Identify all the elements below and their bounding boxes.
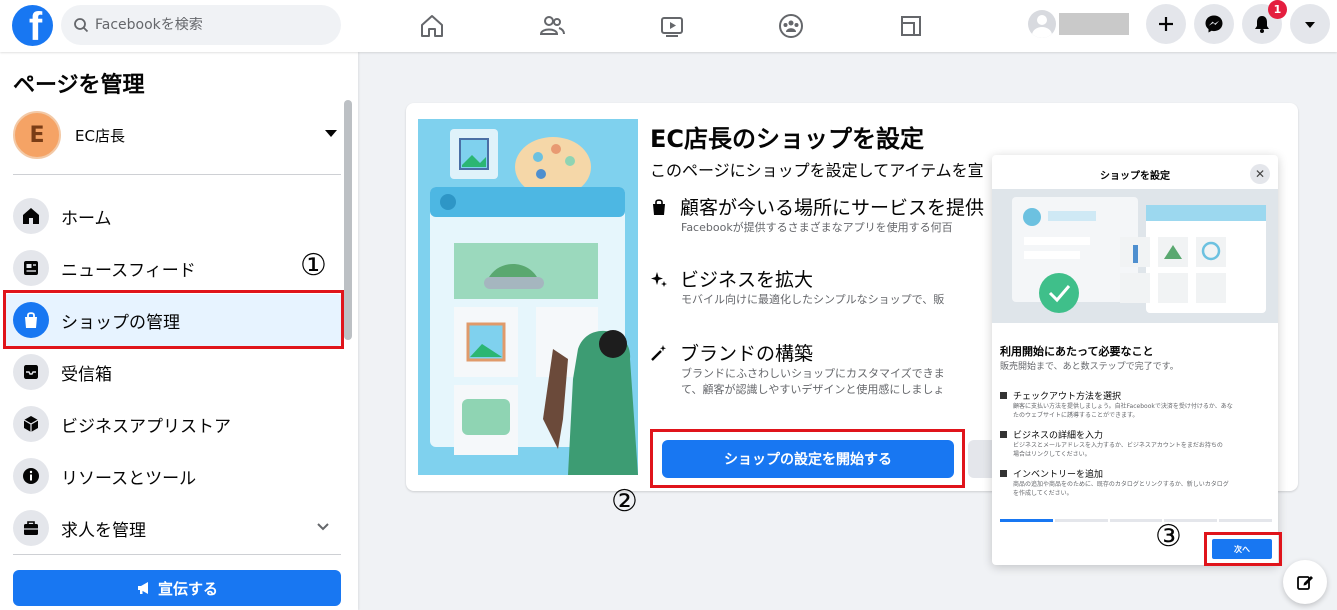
feature-reach-customers: 顧客が今いる場所にサービスを提供 Facebookが提供するさまざまなアプリを使… [650, 193, 995, 236]
feature-description: ブランドにふさわしいショップにカスタマイズできま [681, 367, 945, 380]
messenger-icon [1205, 15, 1223, 33]
briefcase-icon [1000, 431, 1007, 438]
requirement-description: 顧客に支払い方法を提供しましょう。自社Facebookで決済を受け付けるか、あな [1013, 403, 1233, 410]
magic-wand-icon [651, 344, 666, 361]
promote-label: 宣伝する [157, 579, 218, 598]
cart-icon [1000, 392, 1007, 399]
groups-nav-icon[interactable] [774, 9, 808, 43]
highlight-box-shop-manage [3, 290, 344, 349]
requirement-title: ビジネスの詳細を入力 [1013, 431, 1104, 441]
requirement-checkout: チェックアウト方法を選択 顧客に支払い方法を提供しましょう。自社Facebook… [1000, 389, 1276, 420]
sidebar-item-label: ニュースフィード [61, 260, 196, 281]
feature-title: ブランドの構築 [680, 343, 814, 365]
card-title: EC店長のショップを設定 [650, 125, 925, 153]
dialog-illustration [992, 189, 1278, 323]
card-subtitle: このページにショップを設定してアイテムを宣 [650, 161, 984, 180]
dialog-subheading: 販売開始まで、あと数ステップで完了です。 [1000, 362, 1179, 372]
step-progress [1000, 519, 1272, 522]
dialog-heading: 利用開始にあたって必要なこと [1000, 345, 1154, 358]
cube-icon [13, 406, 49, 442]
divider [13, 174, 341, 175]
top-navigation-bar: f 1 [0, 0, 1337, 52]
divider [13, 554, 341, 555]
caret-down-icon [1305, 22, 1315, 28]
sparkle-icon [651, 271, 667, 287]
close-icon[interactable]: ✕ [1250, 164, 1270, 184]
highlight-box-start-setup [650, 429, 965, 488]
sidebar-scrollbar[interactable] [344, 100, 352, 340]
info-icon [13, 458, 49, 494]
inbox-icon [13, 354, 49, 390]
newsfeed-icon [13, 250, 49, 286]
sidebar-item-resources-tools[interactable]: リソースとツール [3, 450, 343, 502]
feature-description: Facebookが提供するさまざまなアプリを使用する何百 [681, 221, 953, 234]
shopping-bag-icon [653, 198, 665, 215]
redacted-username [1059, 13, 1129, 35]
home-icon [13, 198, 49, 234]
sidebar-item-label: ビジネスアプリストア [61, 416, 231, 437]
sidebar-item-label: 受信箱 [61, 364, 112, 385]
account-menu-button[interactable] [1290, 4, 1330, 44]
sidebar-item-newsfeed[interactable]: ニュースフィード [3, 242, 343, 294]
requirement-description: たのウェブサイトに誘導することができます。 [1013, 412, 1139, 419]
search-box[interactable] [61, 5, 341, 45]
create-button[interactable] [1146, 4, 1186, 44]
requirement-description: 商品の追加や商品をのために、既存のカタログとリンクするか、新しいカタログ [1013, 481, 1229, 488]
profile-chip[interactable] [1028, 10, 1129, 38]
plus-icon [1159, 17, 1173, 31]
home-nav-icon[interactable] [415, 9, 449, 43]
bell-icon [1255, 16, 1269, 33]
step-marker-3: ③ [1155, 519, 1182, 554]
watch-nav-icon[interactable] [655, 9, 689, 43]
step-marker-1: ① [300, 248, 327, 283]
sidebar-item-label: リソースとツール [61, 468, 197, 489]
messenger-button[interactable] [1194, 4, 1234, 44]
new-message-button[interactable] [1283, 560, 1327, 604]
promote-button[interactable]: 宣伝する [13, 570, 341, 606]
highlight-box-next [1204, 532, 1282, 566]
sidebar-title: ページを管理 [13, 73, 145, 98]
search-icon [74, 18, 89, 33]
feature-title: ビジネスを拡大 [680, 269, 814, 291]
page-switcher[interactable]: E EC店長 [13, 110, 343, 160]
sidebar-item-home[interactable]: ホーム [3, 190, 343, 242]
sidebar-item-business-app-store[interactable]: ビジネスアプリストア [3, 398, 343, 450]
step-marker-2: ② [611, 484, 638, 519]
briefcase-icon [13, 510, 49, 546]
page-name: EC店長 [75, 126, 125, 145]
requirement-description: ビジネスとメールアドレスを入力するか、ビジネスアカウントをまだお持ちの [1013, 442, 1223, 449]
megaphone-icon [137, 582, 148, 594]
requirement-description: 場合はリンクしてください。 [1013, 451, 1091, 458]
requirement-title: チェックアウト方法を選択 [1013, 392, 1122, 402]
sidebar-item-inbox[interactable]: 受信箱 [3, 346, 343, 398]
sidebar-item-manage-jobs[interactable]: 求人を管理 [3, 502, 343, 554]
shop-illustration [418, 119, 638, 475]
requirement-inventory: インベントリーを追加 商品の追加や商品をのために、既存のカタログとリンクするか、… [1000, 467, 1276, 498]
compose-icon [1297, 576, 1313, 590]
feature-build-brand: ブランドの構築 ブランドにふさわしいショップにカスタマイズできま て、顧客が認識… [650, 339, 995, 398]
feature-grow-business: ビジネスを拡大 モバイル向けに最適化したシンプルなショップで、販 [650, 265, 995, 308]
gaming-nav-icon[interactable] [894, 9, 928, 43]
search-input[interactable] [95, 17, 315, 33]
box-icon [1000, 470, 1007, 477]
feature-title: 顧客が今いる場所にサービスを提供 [680, 197, 985, 219]
caret-down-icon [325, 130, 337, 137]
shop-setup-dialog: ショップを設定 ✕ 利用開始にあたって必要なこと 販売開始まで、あと数ステップで… [992, 155, 1278, 565]
chevron-down-icon[interactable] [315, 519, 331, 535]
facebook-logo[interactable]: f [12, 5, 53, 46]
sidebar-item-label: 求人を管理 [61, 520, 146, 541]
feature-description: て、顧客が認識しやすいデザインと使用感にしましょ [681, 383, 945, 396]
feature-description: モバイル向けに最適化したシンプルなショップで、販 [681, 293, 945, 306]
requirement-title: インベントリーを追加 [1013, 470, 1104, 480]
requirement-business-details: ビジネスの詳細を入力 ビジネスとメールアドレスを入力するか、ビジネスアカウントを… [1000, 428, 1276, 459]
requirement-description: を作成してください。 [1013, 490, 1073, 497]
dialog-title: ショップを設定 [1100, 171, 1170, 182]
friends-nav-icon[interactable] [535, 9, 569, 43]
avatar [1028, 10, 1056, 38]
page-avatar: E [13, 111, 61, 159]
sidebar-item-label: ホーム [61, 208, 112, 229]
notification-badge: 1 [1268, 0, 1287, 19]
